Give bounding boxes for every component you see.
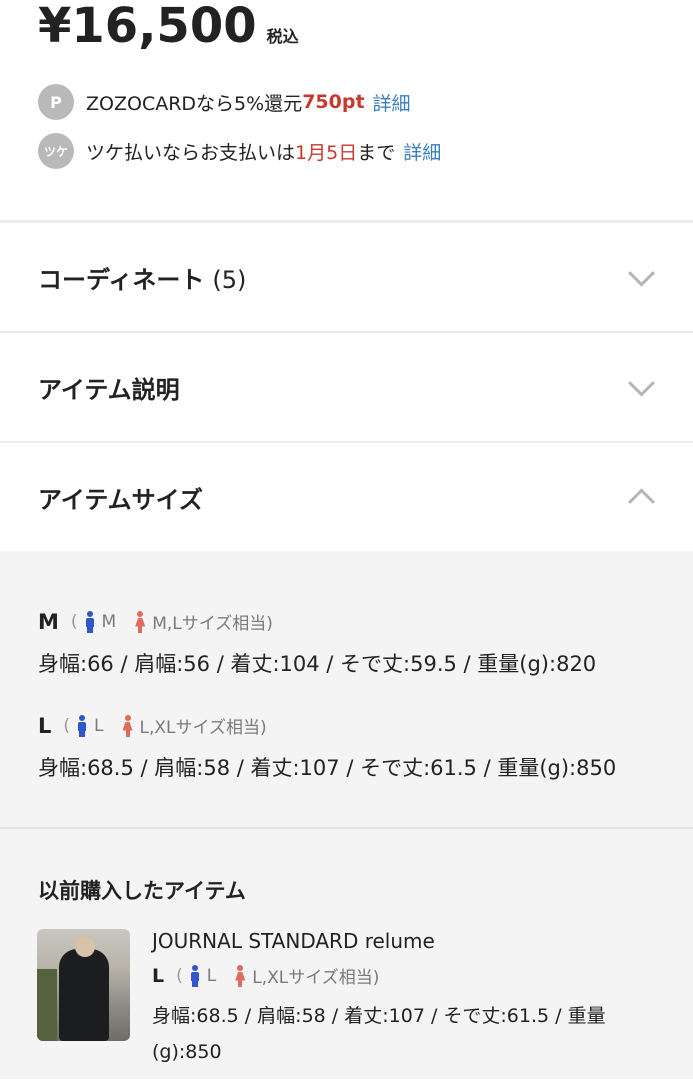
size-measurements: 身幅:68.5 / 肩幅:58 / 着丈:107 / そで丈:61.5 / 重量… [38, 756, 617, 780]
paren-open: ( [176, 965, 183, 986]
price-block: ¥16,500 税込 P ZOZOCARDなら5%還元 750pt 詳細 ツケ … [0, 0, 693, 220]
size-label: M [38, 609, 59, 634]
price-row: ¥16,500 税込 [38, 0, 299, 52]
male-size: L [94, 715, 104, 736]
size-header: M ( M M,Lサイズ相当) [38, 609, 596, 635]
tax-label: 税込 [266, 27, 299, 46]
male-size: M [101, 611, 117, 632]
chevron-down-icon[interactable] [628, 369, 655, 397]
price: ¥16,500 [38, 0, 257, 54]
size-header: L ( L L,XLサイズ相当) [38, 713, 616, 739]
size-measurements: 身幅:66 / 肩幅:56 / 着丈:104 / そで丈:59.5 / 重量(g… [38, 652, 597, 676]
previous-purchase-info: JOURNAL STANDARD relume L ( L L,XLサイズ相当)… [152, 929, 652, 1070]
male-icon [84, 610, 96, 633]
benefit-text: ツケ払いならお支払いは [86, 141, 296, 164]
size-measurements: 身幅:68.5 / 肩幅:58 / 着丈:107 / そで丈:61.5 / 重量… [152, 1005, 606, 1063]
female-size: L,XLサイズ相当) [139, 718, 267, 738]
zozocard-detail-link[interactable]: 詳細 [373, 89, 411, 116]
female-size: L,XLサイズ相当) [252, 968, 380, 988]
tsuke-benefit: ツケ ツケ払いならお支払いは 1月5日 まで 詳細 [38, 133, 441, 169]
tsuke-icon: ツケ [38, 133, 74, 169]
female-icon [134, 610, 146, 633]
size-label: L [152, 964, 165, 987]
male-size: L [206, 965, 217, 986]
paren-open: ( [63, 715, 71, 736]
payment-date: 1月5日 [295, 141, 358, 164]
size-label: L [38, 713, 52, 738]
chevron-down-icon[interactable] [628, 259, 655, 287]
previous-purchase-title: 以前購入したアイテム [38, 879, 246, 903]
size-entry: M ( M M,Lサイズ相当) 身幅:66 / 肩幅:56 / 着丈:104 /… [38, 609, 596, 678]
female-icon [234, 964, 246, 987]
section-title: アイテムサイズ [38, 485, 203, 514]
section-title: コーディネート (5) [38, 265, 247, 294]
benefit-text: ZOZOCARDなら5%還元 [86, 92, 303, 115]
size-entry: L ( L L,XLサイズ相当) 身幅:68.5 / 肩幅:58 / 着丈:10… [38, 713, 616, 782]
product-detail-page: ¥16,500 税込 P ZOZOCARDなら5%還元 750pt 詳細 ツケ … [0, 0, 693, 1080]
coordinate-count: (5) [212, 265, 247, 294]
section-item-size[interactable]: アイテムサイズ [0, 443, 693, 551]
product-thumbnail[interactable] [37, 929, 130, 1041]
section-title: アイテム説明 [38, 375, 180, 404]
male-icon [76, 714, 88, 737]
size-header: L ( L L,XLサイズ相当) [152, 963, 652, 988]
section-coordinate[interactable]: コーディネート (5) [0, 223, 693, 333]
female-icon [122, 714, 134, 737]
male-icon [189, 964, 201, 987]
chevron-up-icon[interactable] [628, 488, 655, 516]
female-size: M,Lサイズ相当) [152, 614, 273, 634]
zozocard-benefit: P ZOZOCARDなら5%還元 750pt 詳細 [38, 84, 411, 120]
points-icon: P [38, 84, 74, 120]
benefit-text-suffix: まで [357, 141, 396, 164]
points-amount: 750pt [302, 91, 365, 113]
tsuke-detail-link[interactable]: 詳細 [403, 138, 441, 165]
previous-purchase-panel: 以前購入したアイテム JOURNAL STANDARD relume L ( L… [0, 829, 693, 1079]
brand-name[interactable]: JOURNAL STANDARD relume [152, 929, 652, 953]
size-panel: M ( M M,Lサイズ相当) 身幅:66 / 肩幅:56 / 着丈:104 /… [0, 551, 693, 829]
paren-open: ( [70, 611, 78, 632]
section-item-description[interactable]: アイテム説明 [0, 333, 693, 443]
